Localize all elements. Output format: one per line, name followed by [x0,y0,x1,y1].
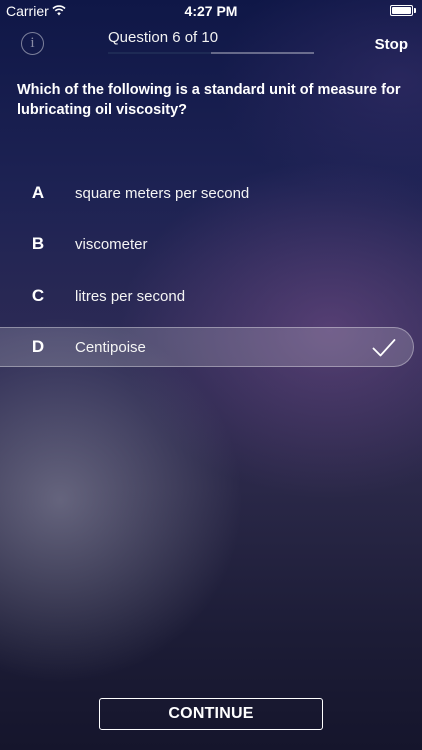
answer-letter: D [31,337,45,356]
answer-option-d[interactable]: D Centipoise [0,327,414,367]
answer-option-b[interactable]: B viscometer [0,224,414,264]
battery-tip [414,8,416,13]
progress-fill [108,52,211,54]
answer-letter: A [31,183,45,202]
checkmark-icon [372,339,396,357]
continue-button[interactable]: CONTINUE [99,698,323,730]
question-text: Which of the following is a standard uni… [17,82,401,118]
answer-text: Centipoise [75,338,146,356]
quiz-screen: Carrier 4:27 PM i Question 6 of 10 Stop … [0,0,422,750]
battery-icon [390,5,413,16]
answer-option-a[interactable]: A square meters per second [0,173,414,213]
answer-text: litres per second [75,287,186,305]
answer-letter: C [31,286,45,305]
question-counter: Question 6 of 10 [108,29,219,46]
answer-letter: B [31,234,45,253]
answer-text: viscometer [75,235,148,253]
battery-level [392,7,411,14]
stop-button[interactable]: Stop [375,36,408,53]
status-time: 4:27 PM [184,3,238,19]
answer-text: square meters per second [75,184,250,202]
progress-bar [108,52,314,54]
status-bar: Carrier 4:27 PM [0,0,422,22]
answer-option-c[interactable]: C litres per second [0,276,414,316]
info-icon[interactable]: i [21,32,44,55]
